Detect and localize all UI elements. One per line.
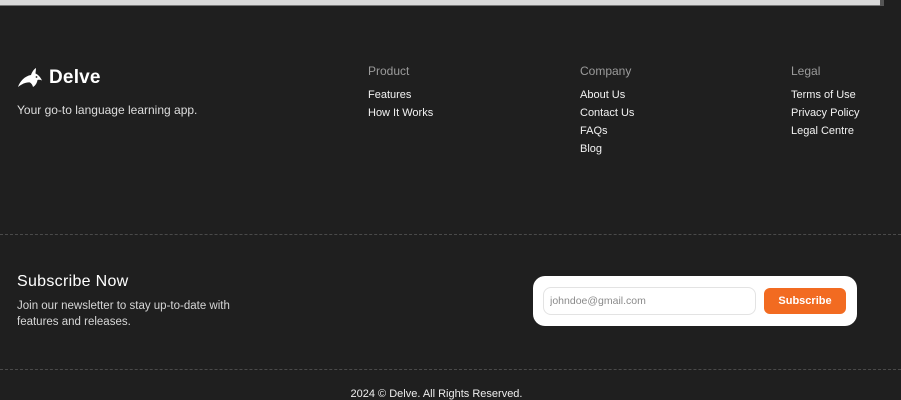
footer-divider xyxy=(0,369,901,370)
brand[interactable]: Delve xyxy=(17,67,101,89)
dolphin-icon xyxy=(18,68,42,87)
link-blog[interactable]: Blog xyxy=(580,140,634,158)
company-heading: Company xyxy=(580,64,632,78)
subscribe-button[interactable]: Subscribe xyxy=(764,288,846,314)
link-features[interactable]: Features xyxy=(368,86,433,104)
product-heading: Product xyxy=(368,64,410,78)
subscribe-description: Join our newsletter to stay up-to-date w… xyxy=(17,300,230,328)
link-privacy-policy[interactable]: Privacy Policy xyxy=(791,104,859,122)
legal-heading: Legal xyxy=(791,64,821,78)
copyright-text: 2024 © Delve. All Rights Reserved. xyxy=(350,388,523,400)
link-legal-centre[interactable]: Legal Centre xyxy=(791,122,859,140)
brand-name: Delve xyxy=(49,67,101,88)
newsletter-form: Subscribe xyxy=(533,276,857,326)
link-contact-us[interactable]: Contact Us xyxy=(580,104,634,122)
link-how-it-works[interactable]: How It Works xyxy=(368,104,433,122)
email-field[interactable] xyxy=(543,287,756,315)
section-divider xyxy=(0,234,901,235)
company-column: Company About Us Contact Us FAQs Blog xyxy=(580,64,634,158)
product-column: Product Features How It Works xyxy=(368,64,433,122)
subscribe-title: Subscribe Now xyxy=(17,273,129,290)
link-faqs[interactable]: FAQs xyxy=(580,122,634,140)
link-terms-of-use[interactable]: Terms of Use xyxy=(791,86,859,104)
legal-column: Legal Terms of Use Privacy Policy Legal … xyxy=(791,64,859,140)
brand-tagline: Your go-to language learning app. xyxy=(17,103,198,117)
top-scroll-strip xyxy=(0,0,880,6)
scrollbar-edge xyxy=(880,0,884,6)
link-about-us[interactable]: About Us xyxy=(580,86,634,104)
